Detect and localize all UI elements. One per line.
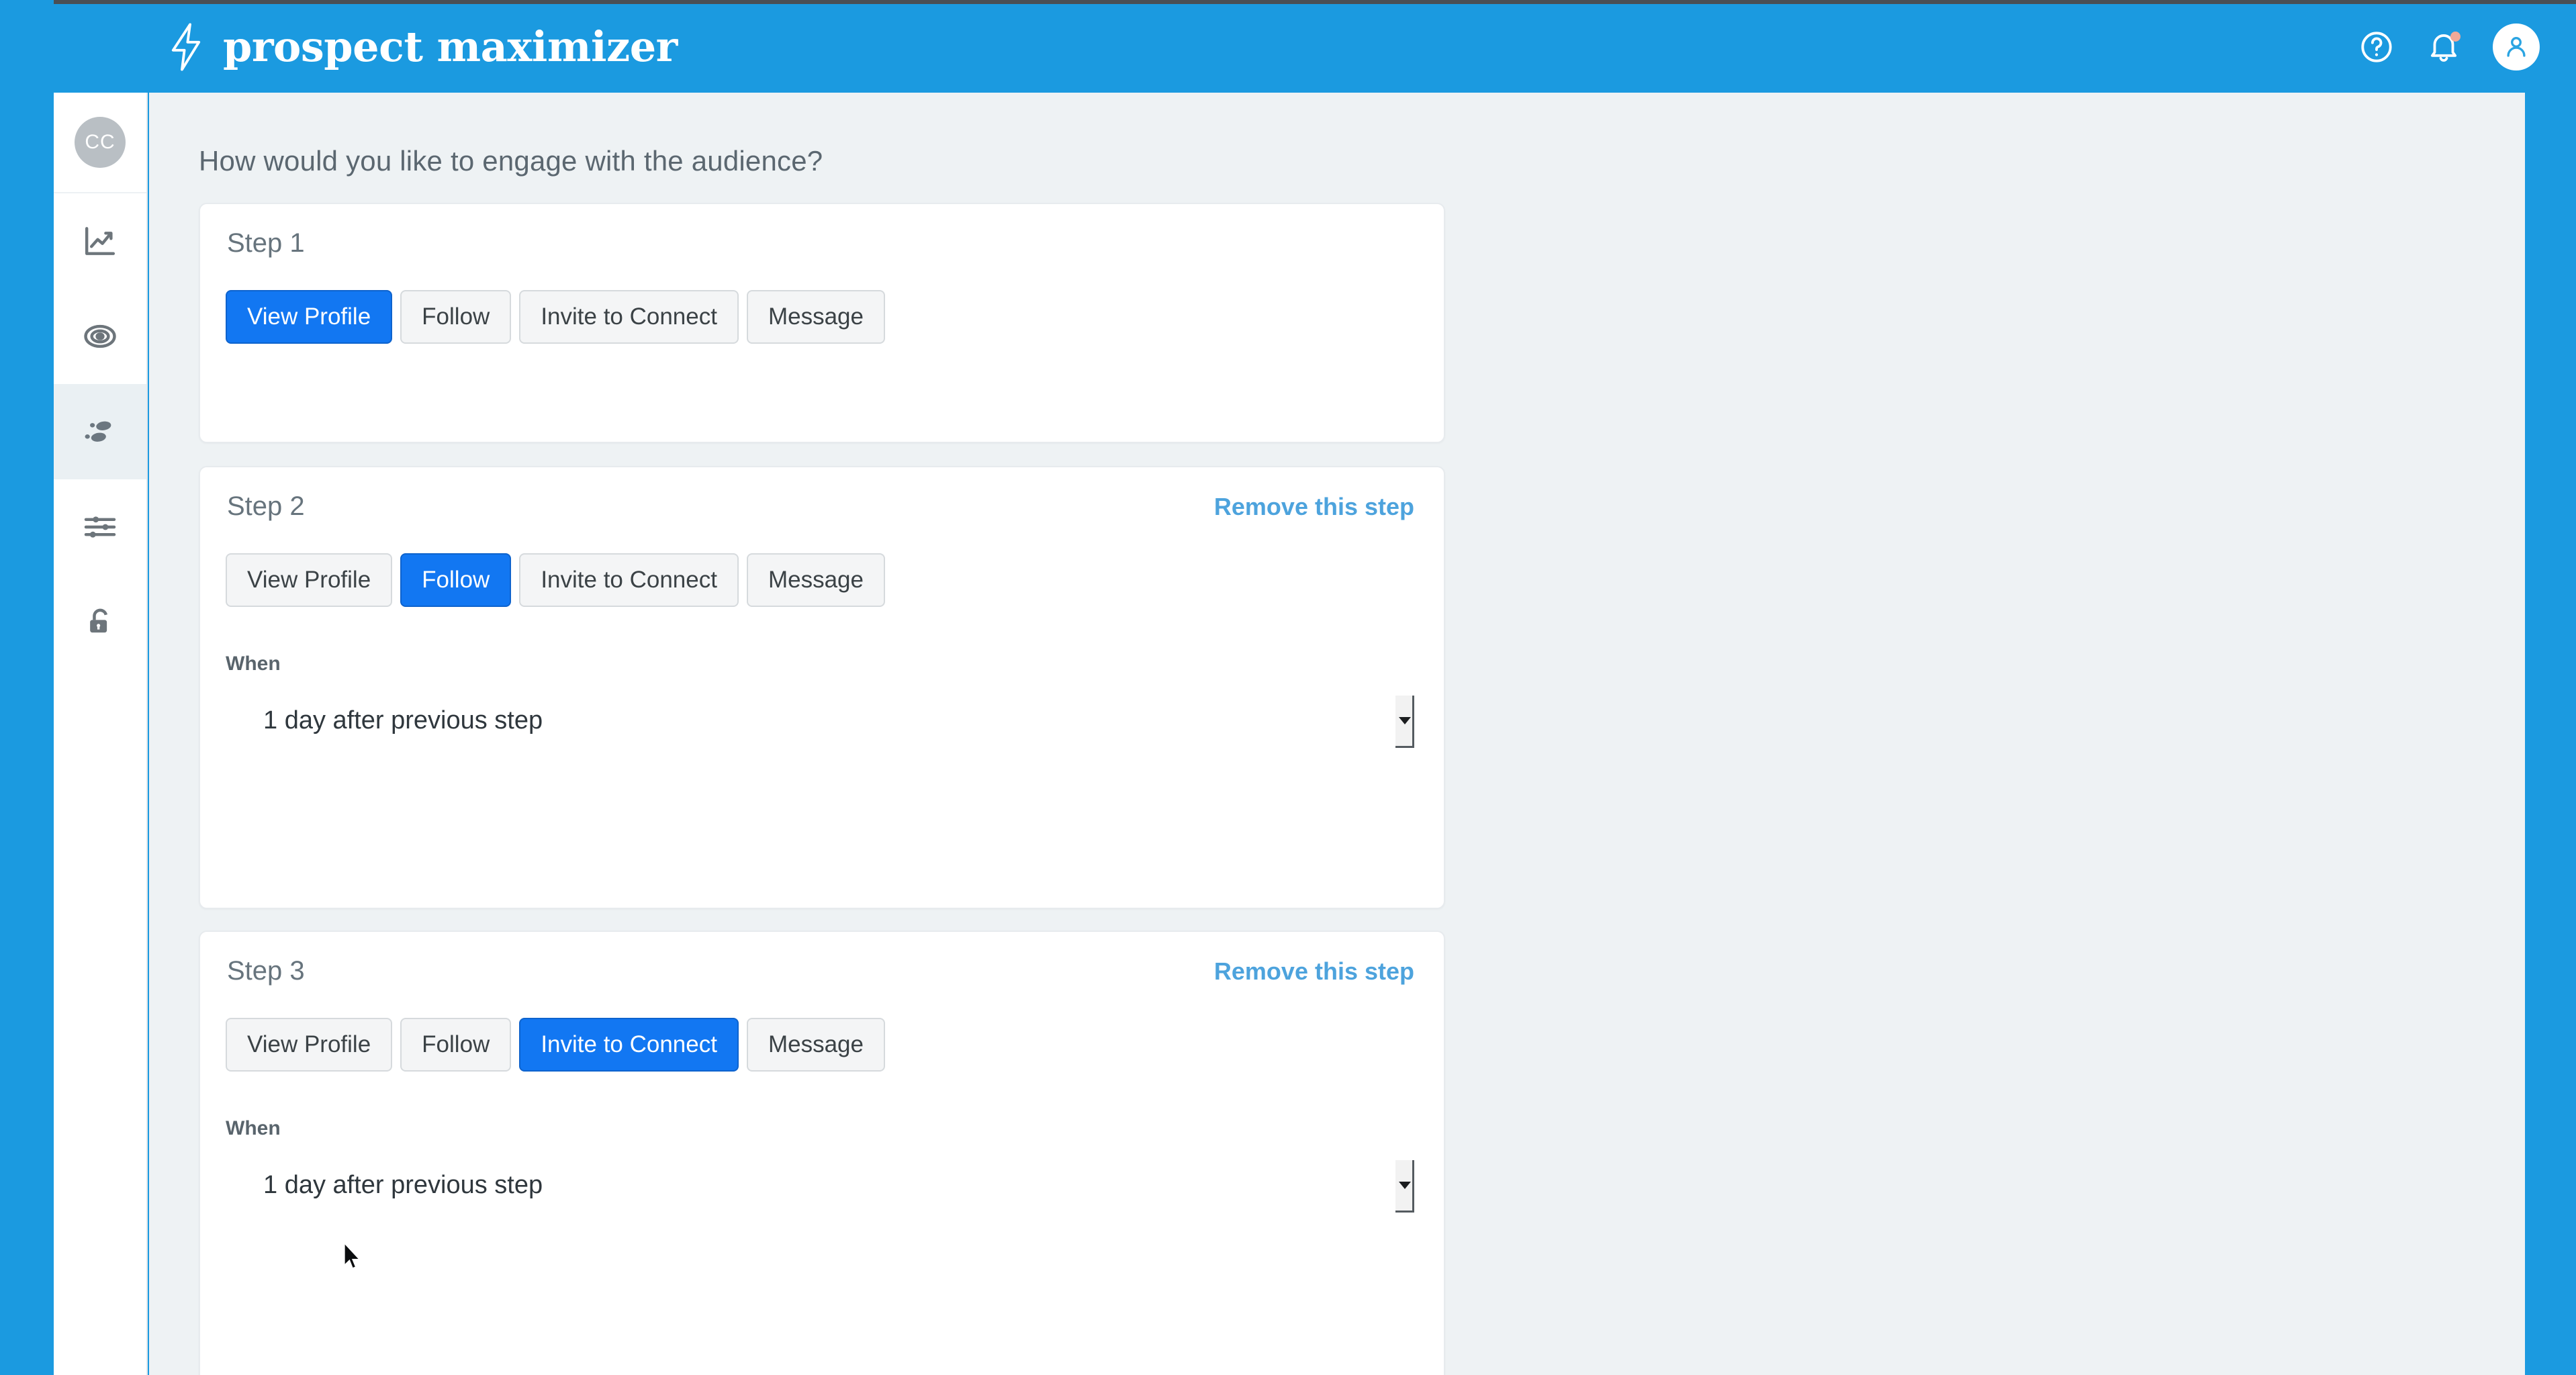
action-button-view-profile[interactable]: View Profile: [226, 1018, 393, 1072]
step-title: Step 1: [227, 228, 305, 258]
target-icon: [81, 318, 119, 355]
sidebar-item-permissions[interactable]: [54, 575, 146, 670]
action-button-invite-to-connect[interactable]: Invite to Connect: [519, 290, 739, 344]
user-avatar-icon[interactable]: [2493, 23, 2540, 70]
action-button-follow[interactable]: Follow: [400, 553, 512, 607]
notification-dot: [2450, 32, 2460, 42]
remove-step-link[interactable]: Remove this step: [1214, 957, 1414, 986]
sidebar-item-settings[interactable]: [54, 479, 146, 575]
brand-name: prospect maximizer: [223, 22, 678, 71]
action-button-message[interactable]: Message: [746, 290, 885, 344]
step-card: Step 3 Remove this step View Profile Fol…: [199, 931, 1445, 1375]
chevron-down-icon[interactable]: [1395, 1160, 1414, 1213]
footsteps-icon: [81, 412, 120, 451]
action-button-invite-to-connect[interactable]: Invite to Connect: [519, 553, 739, 607]
step-card: Step 1 View Profile Follow Invite to Con…: [199, 203, 1445, 443]
when-select[interactable]: 1 day after previous step: [226, 1152, 1414, 1223]
action-button-view-profile[interactable]: View Profile: [226, 290, 393, 344]
step-card-header: Step 3 Remove this step: [200, 932, 1444, 996]
action-button-group: View Profile Follow Invite to Connect Me…: [226, 290, 885, 344]
help-circle-icon[interactable]: [2358, 29, 2395, 65]
avatar: CC: [75, 117, 126, 168]
analytics-chart-icon: [81, 222, 119, 260]
action-button-invite-to-connect[interactable]: Invite to Connect: [519, 1018, 739, 1072]
app-header: prospect maximizer: [54, 4, 2576, 90]
lightning-bolt-icon: [167, 23, 205, 71]
remove-step-link[interactable]: Remove this step: [1214, 493, 1414, 521]
when-select-value: 1 day after previous step: [263, 706, 543, 734]
header-actions: [2358, 23, 2540, 70]
brand-logo[interactable]: prospect maximizer: [167, 23, 678, 71]
action-button-view-profile[interactable]: View Profile: [226, 553, 393, 607]
sidebar-item-analytics[interactable]: [54, 193, 146, 289]
step-title: Step 3: [227, 956, 305, 986]
page-title: How would you like to engage with the au…: [199, 145, 823, 177]
main-content: How would you like to engage with the au…: [149, 93, 2525, 1375]
when-select-value: 1 day after previous step: [263, 1171, 543, 1199]
bell-icon[interactable]: [2426, 29, 2462, 65]
sidebar-item-footsteps[interactable]: [54, 384, 146, 479]
when-label: When: [226, 1117, 281, 1139]
sliders-settings-icon: [81, 508, 119, 546]
action-button-group: View Profile Follow Invite to Connect Me…: [226, 1018, 885, 1072]
sidebar-item-target[interactable]: [54, 289, 146, 384]
sidebar-rail: CC: [54, 93, 148, 1375]
action-button-group: View Profile Follow Invite to Connect Me…: [226, 553, 885, 607]
chevron-down-icon[interactable]: [1395, 696, 1414, 748]
step-card-header: Step 1: [200, 204, 1444, 269]
app-window: prospect maximizer CC How would you like…: [0, 0, 2576, 1375]
when-label: When: [226, 653, 281, 675]
sidebar-item-profile[interactable]: CC: [54, 93, 146, 193]
action-button-message[interactable]: Message: [746, 553, 885, 607]
when-select[interactable]: 1 day after previous step: [226, 688, 1414, 759]
step-card: Step 2 Remove this step View Profile Fol…: [199, 466, 1445, 909]
unlock-padlock-icon: [82, 604, 118, 641]
avatar-initials: CC: [85, 131, 116, 153]
action-button-follow[interactable]: Follow: [400, 1018, 512, 1072]
step-card-header: Step 2 Remove this step: [200, 467, 1444, 532]
action-button-message[interactable]: Message: [746, 1018, 885, 1072]
action-button-follow[interactable]: Follow: [400, 290, 512, 344]
step-title: Step 2: [227, 491, 305, 521]
